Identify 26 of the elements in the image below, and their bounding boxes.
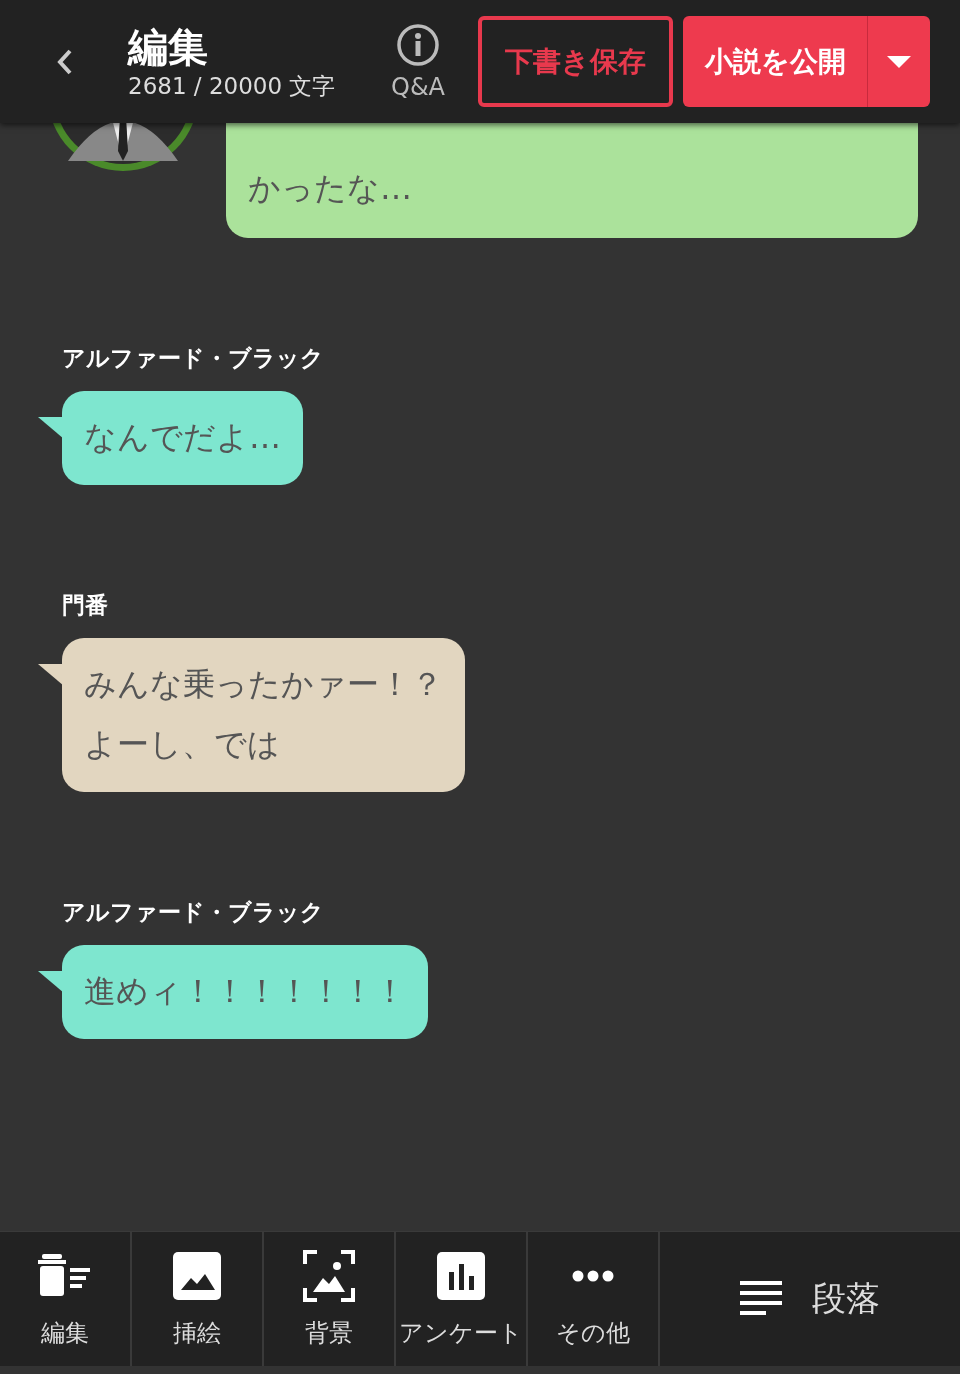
character-count: 2681 / 20000 文字 <box>128 71 337 101</box>
toolbar-button[interactable]: アンケート <box>396 1232 528 1366</box>
save-draft-button[interactable]: 下書き保存 <box>478 16 673 107</box>
align-left-icon <box>740 1281 782 1317</box>
speaker-name: 門番 <box>62 591 109 620</box>
caret-icon <box>887 54 911 69</box>
toolbar-button[interactable]: 挿絵 <box>132 1232 264 1366</box>
message-text: かったな… <box>248 168 413 209</box>
image-icon <box>173 1252 221 1300</box>
speaker-name: アルファード・ブラック <box>62 344 325 373</box>
toolbar-button[interactable]: 編集 <box>0 1232 132 1366</box>
message-text: 進めィ！！！！！！！ <box>84 971 406 1012</box>
message-text: なんでだよ… <box>84 417 281 458</box>
speaker-name: アルファード・ブラック <box>62 898 325 927</box>
back-icon <box>57 47 73 76</box>
help-button[interactable]: Q&A <box>378 22 458 101</box>
info-icon <box>396 22 440 67</box>
more-icon <box>572 1270 614 1282</box>
toolbar-button[interactable]: その他 <box>528 1232 660 1366</box>
trash-list-icon <box>38 1254 92 1298</box>
bar-chart-icon <box>437 1252 485 1300</box>
framed-image-icon <box>303 1250 355 1302</box>
paragraph-button[interactable]: 段落 <box>660 1232 960 1366</box>
page-title: 編集 <box>128 22 209 71</box>
message-text: みんな乗ったかァー！？ よーし、では <box>84 664 443 765</box>
toolbar-button[interactable]: 背景 <box>264 1232 396 1366</box>
